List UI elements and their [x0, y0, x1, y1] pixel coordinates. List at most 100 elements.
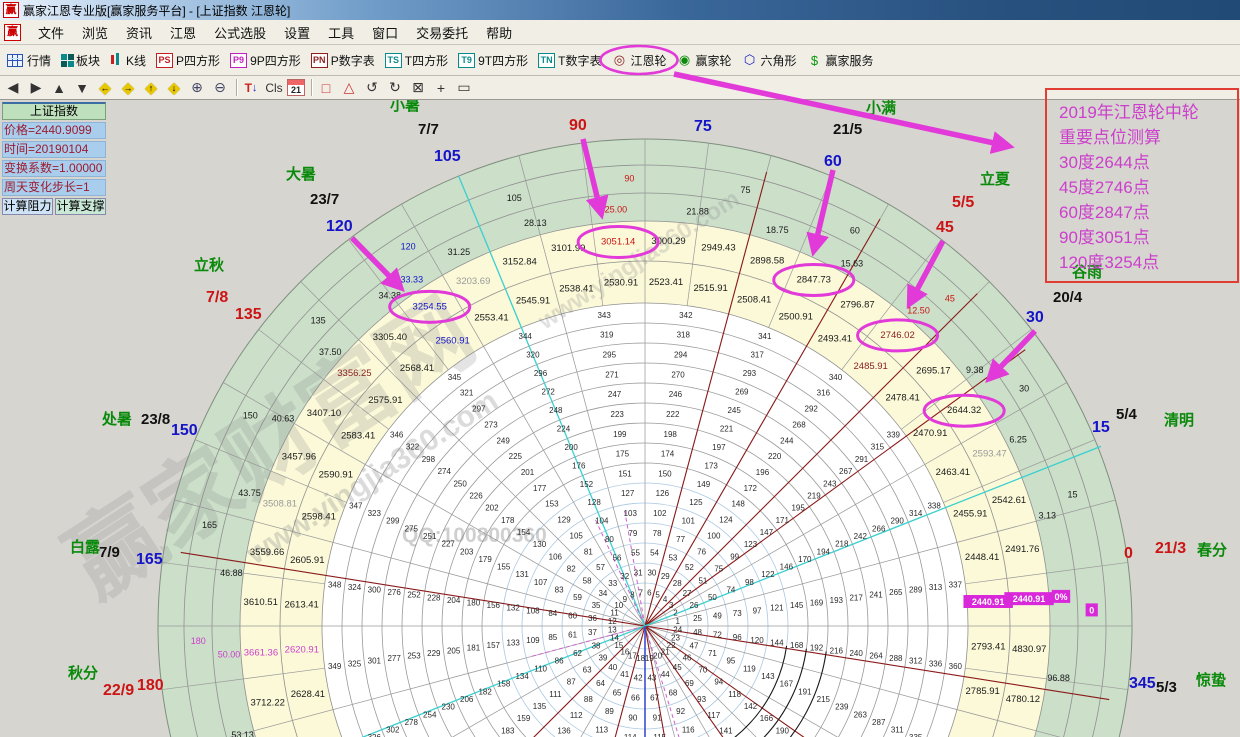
menu-资讯[interactable]: 资讯 [117, 21, 161, 44]
toolbar-button-9T四方形[interactable]: T99T四方形 [455, 50, 531, 71]
svg-text:320: 320 [526, 350, 540, 359]
menu-工具[interactable]: 工具 [319, 21, 363, 44]
toolbar-button-9P四方形[interactable]: P99P四方形 [227, 50, 304, 71]
svg-text:2455.91: 2455.91 [953, 509, 987, 520]
toolbar-button-赢家轮[interactable]: ◉赢家轮 [673, 50, 734, 71]
svg-text:60: 60 [850, 226, 860, 236]
calc-support-button[interactable]: 计算支撑 [55, 198, 106, 215]
nav-up-icon[interactable]: ▲ [49, 78, 69, 97]
svg-text:71: 71 [708, 649, 717, 658]
svg-text:2590.91: 2590.91 [319, 470, 353, 481]
svg-text:23: 23 [671, 634, 680, 643]
toolbar-button-六角形[interactable]: ⬡六角形 [739, 50, 800, 71]
svg-text:4830.97: 4830.97 [1012, 644, 1046, 655]
menu-交易委托[interactable]: 交易委托 [407, 21, 477, 44]
wheel-degree-label: 165 [136, 551, 163, 569]
center-cross-icon[interactable]: + [431, 78, 451, 97]
toolbar-button-赢家服务[interactable]: $赢家服务 [804, 50, 877, 71]
toolbar-button-板块[interactable]: 板块 [58, 50, 103, 71]
draw-triangle-icon[interactable]: △ [339, 78, 359, 97]
svg-text:133: 133 [506, 638, 520, 647]
toolbar-button-江恩轮[interactable]: ◎江恩轮 [608, 50, 669, 71]
cls-button-icon[interactable]: Cls [264, 78, 284, 97]
pan-up-arrow: ↑ [141, 78, 161, 97]
svg-text:177: 177 [533, 484, 547, 493]
menu-浏览[interactable]: 浏览 [73, 21, 117, 44]
pan-right-icon[interactable]: ◆→ [118, 78, 138, 97]
svg-text:3.13: 3.13 [1039, 511, 1057, 521]
menu-设置[interactable]: 设置 [275, 21, 319, 44]
svg-text:312: 312 [909, 657, 923, 666]
toolbar-button-P数字表[interactable]: PNP数字表 [308, 50, 378, 71]
svg-text:102: 102 [653, 509, 667, 518]
svg-text:47: 47 [690, 641, 699, 650]
svg-text:344: 344 [519, 332, 533, 341]
svg-text:128: 128 [587, 498, 601, 507]
calc-resistance-button[interactable]: 计算阻力 [2, 198, 53, 215]
svg-text:2695.17: 2695.17 [916, 365, 950, 376]
annotation-box: 2019年江恩轮中轮重要点位测算30度2644点45度2746点60度2847点… [1045, 88, 1239, 283]
candlestick-icon [110, 53, 122, 67]
svg-text:239: 239 [835, 703, 849, 712]
svg-text:269: 269 [735, 387, 749, 396]
svg-text:9.38: 9.38 [966, 365, 984, 375]
zoom-out-icon[interactable]: ⊖ [210, 78, 230, 97]
svg-text:59: 59 [573, 593, 582, 602]
toolbar-button-行情[interactable]: 行情 [4, 50, 54, 71]
svg-text:105: 105 [570, 531, 584, 540]
svg-text:100: 100 [707, 531, 721, 540]
svg-text:99: 99 [730, 552, 739, 561]
menu-公式选股[interactable]: 公式选股 [205, 21, 275, 44]
menu-帮助[interactable]: 帮助 [477, 21, 521, 44]
svg-text:26: 26 [690, 601, 699, 610]
svg-text:263: 263 [854, 710, 868, 719]
panel-row: 价格=2440.9099 [2, 122, 106, 139]
svg-text:291: 291 [855, 455, 869, 464]
svg-text:230: 230 [442, 703, 456, 712]
svg-text:297: 297 [472, 405, 486, 414]
draw-square-icon[interactable]: □ [316, 78, 336, 97]
svg-text:2545.91: 2545.91 [516, 295, 550, 306]
svg-text:181: 181 [467, 644, 481, 653]
menu-江恩[interactable]: 江恩 [161, 21, 205, 44]
menu-文件[interactable]: 文件 [29, 21, 73, 44]
nav-left-icon[interactable]: ◀ [3, 78, 23, 97]
svg-text:2898.58: 2898.58 [750, 255, 784, 266]
rotate-ccw-icon[interactable]: ↺ [362, 78, 382, 97]
wheel-degree-label: 60 [824, 153, 842, 171]
pan-left-icon[interactable]: ◆← [95, 78, 115, 97]
svg-text:2796.87: 2796.87 [840, 299, 874, 310]
svg-text:157: 157 [487, 641, 501, 650]
svg-text:21.88: 21.88 [686, 207, 709, 217]
svg-text:3508.81: 3508.81 [263, 498, 297, 509]
svg-text:2440.91: 2440.91 [972, 597, 1005, 607]
calendar-icon[interactable]: 21 [287, 79, 305, 96]
svg-text:123: 123 [744, 540, 758, 549]
pan-down-icon[interactable]: ◆↓ [164, 78, 184, 97]
rotate-cw-icon[interactable]: ↻ [385, 78, 405, 97]
svg-text:253: 253 [407, 652, 421, 661]
zoom-in-icon[interactable]: ⊕ [187, 78, 207, 97]
delete-box-icon[interactable]: ⊠ [408, 78, 428, 97]
toolbar-button-K线[interactable]: K线 [107, 50, 149, 71]
svg-text:108: 108 [526, 606, 540, 615]
wheel-degree-label: 20/4 [1053, 289, 1082, 306]
svg-text:326: 326 [368, 733, 382, 737]
time-axis-icon[interactable]: T↓ [241, 78, 261, 97]
screen-icon[interactable]: ▭ [454, 78, 474, 97]
svg-text:228: 228 [427, 593, 441, 602]
svg-text:290: 290 [891, 517, 905, 526]
T数字表-badge-icon: TN [538, 53, 555, 68]
toolbar-button-T四方形[interactable]: TST四方形 [382, 50, 451, 71]
svg-text:178: 178 [501, 516, 515, 525]
toolbar-button-T数字表[interactable]: TNT数字表 [535, 50, 604, 71]
toolbar-button-P四方形[interactable]: PSP四方形 [153, 50, 223, 71]
pan-down-arrow: ↓ [164, 78, 184, 97]
svg-text:127: 127 [621, 489, 635, 498]
nav-down-icon[interactable]: ▼ [72, 78, 92, 97]
nav-right-icon[interactable]: ▶ [26, 78, 46, 97]
svg-text:53: 53 [668, 554, 677, 563]
menu-窗口[interactable]: 窗口 [363, 21, 407, 44]
pan-up-icon[interactable]: ◆↑ [141, 78, 161, 97]
svg-text:38: 38 [592, 641, 601, 650]
